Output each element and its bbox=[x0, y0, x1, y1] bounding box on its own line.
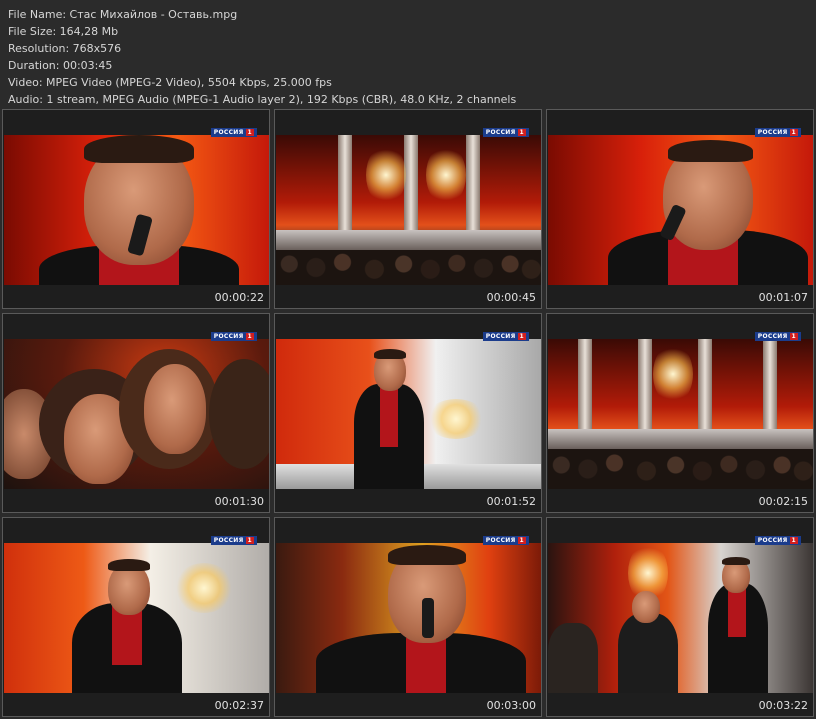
channel-logo: РОССИЯ 1 bbox=[482, 536, 529, 545]
frame-image bbox=[4, 135, 269, 285]
channel-logo: РОССИЯ 1 bbox=[210, 536, 257, 545]
timestamp: 00:01:30 bbox=[214, 495, 264, 508]
frame-image bbox=[276, 339, 541, 489]
thumbnail-1[interactable]: РОССИЯ 1 00:00:22 bbox=[2, 109, 270, 309]
frame-image bbox=[276, 135, 541, 285]
resolution: Resolution: 768x576 bbox=[8, 42, 122, 55]
frame-image bbox=[548, 135, 813, 285]
thumbnail-8[interactable]: РОССИЯ 1 00:03:00 bbox=[274, 517, 542, 717]
thumbnail-3[interactable]: РОССИЯ 1 00:01:07 bbox=[546, 109, 814, 309]
file-size: File Size: 164,28 Mb bbox=[8, 25, 119, 38]
frame-image bbox=[548, 339, 813, 489]
timestamp: 00:01:52 bbox=[486, 495, 536, 508]
thumbnail-4[interactable]: РОССИЯ 1 00:01:30 bbox=[2, 313, 270, 513]
timestamp: 00:01:07 bbox=[758, 291, 808, 304]
file-info: File Name: Стас Михайлов - Оставь.mpg Fi… bbox=[8, 6, 516, 108]
frame-image bbox=[4, 543, 269, 693]
thumbnail-5[interactable]: РОССИЯ 1 00:01:52 bbox=[274, 313, 542, 513]
channel-logo: РОССИЯ 1 bbox=[210, 332, 257, 341]
file-name: File Name: Стас Михайлов - Оставь.mpg bbox=[8, 8, 238, 21]
thumbnail-7[interactable]: РОССИЯ 1 00:02:37 bbox=[2, 517, 270, 717]
channel-logo: РОССИЯ 1 bbox=[482, 332, 529, 341]
channel-logo: РОССИЯ 1 bbox=[754, 332, 801, 341]
timestamp: 00:03:00 bbox=[486, 699, 536, 712]
duration: Duration: 00:03:45 bbox=[8, 59, 113, 72]
timestamp: 00:00:45 bbox=[486, 291, 536, 304]
frame-image bbox=[276, 543, 541, 693]
timestamp: 00:02:37 bbox=[214, 699, 264, 712]
timestamp: 00:03:22 bbox=[758, 699, 808, 712]
audio-info: Audio: 1 stream, MPEG Audio (MPEG-1 Audi… bbox=[8, 93, 517, 106]
timestamp: 00:02:15 bbox=[758, 495, 808, 508]
frame-image bbox=[4, 339, 269, 489]
channel-logo: РОССИЯ 1 bbox=[754, 536, 801, 545]
thumbnail-9[interactable]: РОССИЯ 1 00:03:22 bbox=[546, 517, 814, 717]
channel-logo: РОССИЯ 1 bbox=[754, 128, 801, 137]
channel-logo: РОССИЯ 1 bbox=[210, 128, 257, 137]
timestamp: 00:00:22 bbox=[214, 291, 264, 304]
thumbnail-2[interactable]: РОССИЯ 1 00:00:45 bbox=[274, 109, 542, 309]
frame-image bbox=[548, 543, 813, 693]
video-info: Video: MPEG Video (MPEG-2 Video), 5504 K… bbox=[8, 76, 332, 89]
channel-logo: РОССИЯ 1 bbox=[482, 128, 529, 137]
thumbnail-6[interactable]: РОССИЯ 1 00:02:15 bbox=[546, 313, 814, 513]
thumbnail-grid: РОССИЯ 1 00:00:22 РОССИЯ 1 00:00:45 РОССИЯ… bbox=[2, 109, 814, 717]
